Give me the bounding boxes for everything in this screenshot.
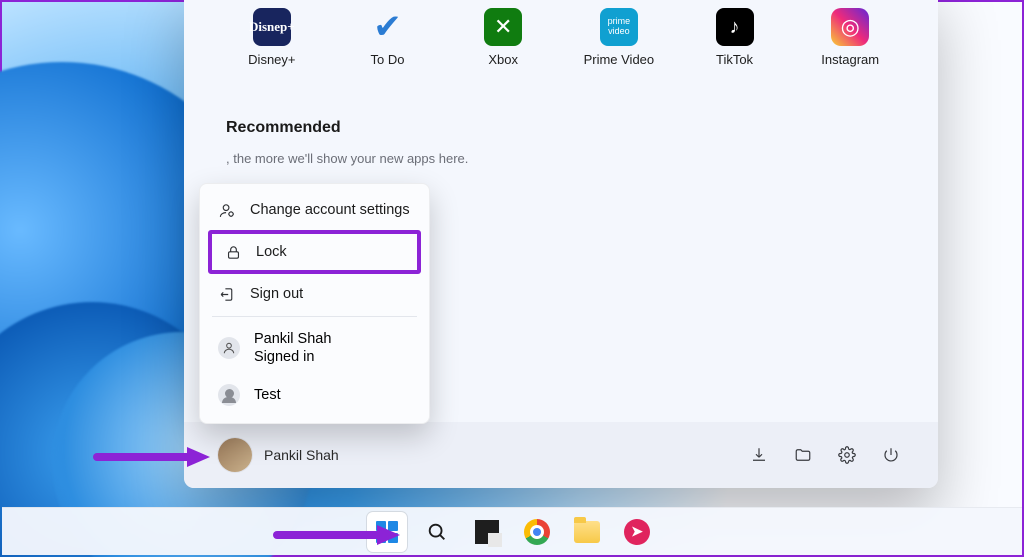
task-view-icon (475, 520, 499, 544)
lock-icon (224, 243, 242, 261)
menu-sign-out[interactable]: Sign out (206, 276, 423, 312)
user-account-button[interactable]: Pankil Shah (218, 438, 339, 472)
disney-icon: Disnep+ (253, 8, 291, 46)
downloads-icon[interactable] (746, 442, 772, 468)
sign-out-icon (218, 285, 236, 303)
app-label: Xbox (445, 52, 561, 67)
snagit-icon: ➤ (624, 519, 650, 545)
settings-icon[interactable] (834, 442, 860, 468)
menu-change-account-settings[interactable]: Change account settings (206, 192, 423, 228)
pinned-app-disney[interactable]: Disnep+ Disney+ (214, 8, 330, 67)
pinned-app-prime[interactable]: prime video Prime Video (561, 8, 677, 67)
app-label: Instagram (792, 52, 908, 67)
avatar (218, 438, 252, 472)
pinned-apps-row: Disnep+ Disney+ ✔ To Do ✕ Xbox prime vid… (184, 2, 938, 67)
recommended-heading: Recommended (226, 119, 938, 137)
annotation-arrow (272, 520, 402, 555)
menu-lock[interactable]: Lock (208, 230, 421, 274)
tiktok-icon: ♪ (716, 8, 754, 46)
taskbar-snagit[interactable]: ➤ (617, 512, 657, 552)
account-settings-icon (218, 201, 236, 219)
taskbar-task-view[interactable] (467, 512, 507, 552)
pinned-app-xbox[interactable]: ✕ Xbox (445, 8, 561, 67)
menu-separator (212, 316, 417, 317)
start-footer: Pankil Shah (184, 422, 938, 488)
prime-video-icon: prime video (600, 8, 638, 46)
person-icon (218, 384, 240, 406)
xbox-icon: ✕ (484, 8, 522, 46)
app-label: To Do (330, 52, 446, 67)
menu-account-primary[interactable]: Pankil Shah Signed in (206, 321, 423, 375)
chrome-icon (524, 519, 550, 545)
pinned-app-instagram[interactable]: ◎ Instagram (792, 8, 908, 67)
taskbar: ➤ (2, 507, 1022, 555)
person-icon (218, 337, 240, 359)
instagram-icon: ◎ (831, 8, 869, 46)
folder-icon (574, 521, 600, 543)
app-label: TikTok (677, 52, 793, 67)
menu-item-label: Change account settings (250, 202, 410, 218)
pinned-app-tiktok[interactable]: ♪ TikTok (677, 8, 793, 67)
footer-icon-group (746, 442, 904, 468)
taskbar-chrome[interactable] (517, 512, 557, 552)
recommended-hint: , the more we'll show your new apps here… (226, 151, 938, 166)
file-explorer-icon[interactable] (790, 442, 816, 468)
account-status: Signed in (254, 348, 331, 366)
menu-item-label: Lock (256, 244, 287, 260)
annotation-arrow (92, 442, 212, 477)
app-label: Disney+ (214, 52, 330, 67)
todo-icon: ✔ (369, 8, 407, 46)
user-name-label: Pankil Shah (264, 447, 339, 463)
power-icon[interactable] (878, 442, 904, 468)
account-name: Test (254, 386, 281, 404)
pinned-app-todo[interactable]: ✔ To Do (330, 8, 446, 67)
user-context-menu: Change account settings Lock Sign out Pa… (199, 183, 430, 424)
menu-item-label: Sign out (250, 286, 303, 302)
search-icon (426, 521, 448, 543)
account-text: Pankil Shah Signed in (254, 330, 331, 366)
taskbar-file-explorer[interactable] (567, 512, 607, 552)
app-label: Prime Video (561, 52, 677, 67)
taskbar-search[interactable] (417, 512, 457, 552)
menu-account-other[interactable]: Test (206, 375, 423, 415)
account-name: Pankil Shah (254, 330, 331, 348)
